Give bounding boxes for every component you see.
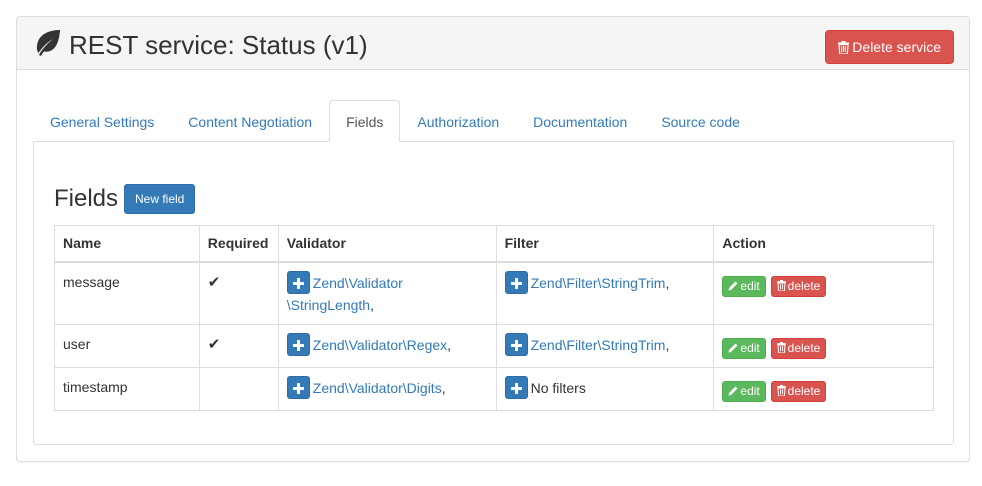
- delete-service-button[interactable]: Delete service: [825, 30, 954, 64]
- delete-button[interactable]: delete: [770, 275, 827, 297]
- tab-authorization[interactable]: Authorization: [400, 100, 516, 142]
- add-filter-button[interactable]: [504, 375, 528, 399]
- pencil-icon: [728, 343, 738, 352]
- table-row: message ✔ Zend\Validator \StringLength, Z…: [54, 261, 934, 325]
- column-header-required: Required: [198, 225, 279, 263]
- table-row: timestamp Zend\Validator\Digits, No filt…: [54, 366, 934, 411]
- pencil-icon: [728, 386, 738, 395]
- field-name: user: [54, 323, 200, 368]
- column-header-action: Action: [713, 225, 934, 263]
- filter-link[interactable]: Zend\Filter\StringTrim: [531, 337, 666, 353]
- trash-icon: [838, 41, 850, 54]
- edit-button[interactable]: edit: [722, 380, 766, 402]
- filter-link[interactable]: Zend\Filter\StringTrim: [531, 275, 666, 291]
- table-row: user ✔ Zend\Validator\Regex, Zend\Filter…: [54, 323, 934, 368]
- add-filter-button[interactable]: [504, 270, 528, 294]
- field-name: timestamp: [54, 366, 200, 411]
- new-field-button[interactable]: New field: [124, 184, 196, 214]
- tab-fields[interactable]: Fields: [329, 100, 401, 142]
- validator-cell: Zend\Validator\Regex,: [277, 323, 497, 368]
- pencil-icon: [728, 281, 738, 290]
- required-cell: ✔: [198, 261, 279, 325]
- delete-button[interactable]: delete: [770, 337, 827, 359]
- table-header-row: Name Required Validator Filter Action: [54, 225, 934, 263]
- filter-separator: ,: [665, 336, 670, 353]
- required-cell: ✔: [198, 323, 279, 368]
- fields-table: Name Required Validator Filter Action me…: [54, 225, 934, 411]
- trash-icon: [776, 341, 786, 353]
- validator-link[interactable]: Zend\Validator\Regex: [313, 337, 447, 353]
- validator-separator: ,: [370, 296, 374, 313]
- field-name: message: [54, 261, 200, 325]
- delete-button[interactable]: delete: [770, 380, 827, 402]
- action-cell: edit delete: [713, 323, 934, 368]
- tab-general-settings[interactable]: General Settings: [33, 100, 171, 142]
- trash-icon: [776, 279, 786, 291]
- delete-service-label: Delete service: [852, 39, 941, 55]
- page-title: REST service: Status (v1): [69, 30, 368, 60]
- check-icon: ✔: [207, 273, 221, 291]
- filter-cell: Zend\Filter\StringTrim,: [495, 261, 715, 325]
- filter-separator: ,: [665, 274, 670, 291]
- tab-bar: General Settings Content Negotiation Fie…: [33, 100, 953, 142]
- required-cell: [198, 366, 279, 411]
- no-filters-text: No filters: [530, 379, 586, 396]
- column-header-name: Name: [54, 225, 200, 263]
- check-icon: ✔: [207, 335, 221, 353]
- leaf-icon: [36, 30, 60, 56]
- fields-title: Fields: [54, 185, 119, 212]
- fields-tab-content: Fields New field Name Required Validator…: [33, 141, 954, 445]
- validator-separator: ,: [447, 336, 452, 353]
- add-validator-button[interactable]: [286, 375, 310, 399]
- add-validator-button[interactable]: [286, 270, 310, 294]
- validator-cell: Zend\Validator\Digits,: [277, 366, 497, 411]
- filter-cell: Zend\Filter\StringTrim,: [495, 323, 715, 368]
- column-header-filter: Filter: [495, 225, 715, 263]
- edit-button[interactable]: edit: [722, 337, 766, 359]
- action-cell: edit delete: [713, 261, 934, 325]
- add-validator-button[interactable]: [286, 332, 310, 356]
- validator-separator: ,: [441, 379, 446, 396]
- filter-cell: No filters: [495, 366, 715, 411]
- service-panel: REST service: Status (v1) Delete service…: [16, 16, 970, 462]
- edit-button[interactable]: edit: [722, 275, 766, 297]
- validator-link[interactable]: Zend\Validator\Digits: [313, 380, 442, 396]
- trash-icon: [776, 384, 786, 396]
- tab-source-code[interactable]: Source code: [644, 100, 757, 142]
- panel-heading: REST service: Status (v1) Delete service: [17, 17, 969, 70]
- column-header-validator: Validator: [277, 225, 497, 263]
- add-filter-button[interactable]: [504, 332, 528, 356]
- action-cell: edit delete: [713, 366, 934, 411]
- validator-cell: Zend\Validator \StringLength,: [277, 261, 497, 325]
- tab-content-negotiation[interactable]: Content Negotiation: [171, 100, 329, 142]
- tab-documentation[interactable]: Documentation: [516, 100, 644, 142]
